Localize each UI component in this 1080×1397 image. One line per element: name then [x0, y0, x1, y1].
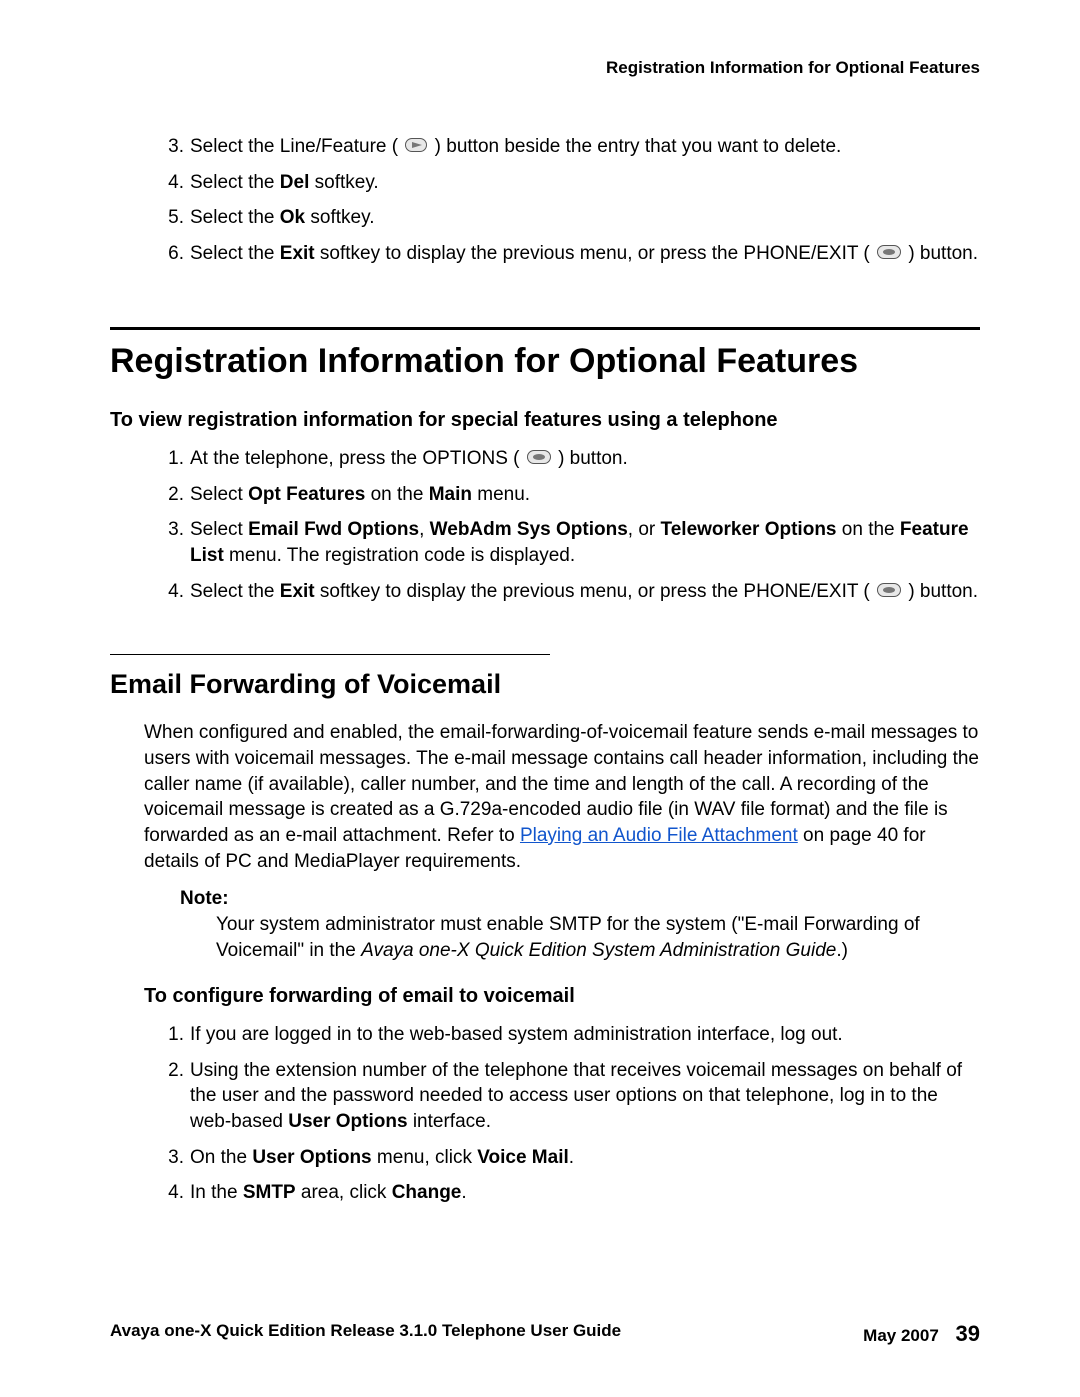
step-text: Select the — [190, 581, 280, 602]
page-number: 39 — [956, 1321, 980, 1346]
step-4: 4. In the SMTP area, click Change. — [160, 1180, 980, 1206]
phone-exit-button-icon — [877, 579, 901, 605]
book-title: Avaya one-X Quick Edition System Adminis… — [361, 940, 836, 961]
line-feature-button-icon — [405, 134, 427, 160]
page-footer: Avaya one-X Quick Edition Release 3.1.0 … — [110, 1321, 980, 1347]
step-number: 2. — [160, 482, 184, 508]
step-text: At the telephone, press the OPTIONS ( — [190, 448, 525, 469]
step-text: softkey to display the previous menu, or… — [315, 243, 875, 264]
subsection-divider — [110, 654, 550, 655]
step-number: 1. — [160, 446, 184, 472]
step-number: 4. — [160, 579, 184, 605]
step-text: ) button. — [558, 448, 628, 469]
step-number: 3. — [160, 134, 184, 160]
step-number: 4. — [160, 1180, 184, 1206]
step-text: ) button. — [908, 581, 978, 602]
footer-date: May 2007 — [863, 1326, 939, 1345]
option-name: Teleworker Options — [661, 519, 837, 540]
subsection-heading: Email Forwarding of Voicemail — [110, 669, 980, 700]
menu-name: User Options — [252, 1147, 371, 1168]
note-block: Note: Your system administrator must ena… — [180, 886, 980, 963]
step-text: If you are logged in to the web-based sy… — [190, 1024, 843, 1045]
step-4: 4. Select the Exit softkey to display th… — [160, 579, 980, 605]
step-text: softkey. — [305, 207, 374, 228]
step-2: 2. Using the extension number of the tel… — [160, 1058, 980, 1135]
option-name: WebAdm Sys Options — [430, 519, 628, 540]
step-number: 4. — [160, 170, 184, 196]
note-text: Your system administrator must enable SM… — [216, 912, 980, 963]
interface-name: User Options — [288, 1111, 407, 1132]
step-3: 3. Select Email Fwd Options, WebAdm Sys … — [160, 517, 980, 568]
step-text: ) button beside the entry that you want … — [435, 136, 842, 157]
step-3: 3. Select the Line/Feature ( ) button be… — [160, 134, 980, 160]
menu-item: Voice Mail — [477, 1147, 569, 1168]
step-1: 1. At the telephone, press the OPTIONS (… — [160, 446, 980, 472]
step-text: on the — [837, 519, 900, 540]
step-text: softkey. — [309, 172, 378, 193]
step-4: 4. Select the Del softkey. — [160, 170, 980, 196]
step-text: menu. — [472, 484, 530, 505]
footer-document-title: Avaya one-X Quick Edition Release 3.1.0 … — [110, 1321, 621, 1347]
step-number: 5. — [160, 205, 184, 231]
step-text: Select — [190, 484, 248, 505]
step-text: On the — [190, 1147, 252, 1168]
step-number: 3. — [160, 517, 184, 543]
step-text: , — [419, 519, 430, 540]
step-1: 1. If you are logged in to the web-based… — [160, 1022, 980, 1048]
step-text: menu, click — [372, 1147, 478, 1168]
procedure-heading: To configure forwarding of email to voic… — [144, 985, 980, 1008]
running-header: Registration Information for Optional Fe… — [110, 58, 980, 78]
menu-item: Opt Features — [248, 484, 365, 505]
body-paragraph: When configured and enabled, the email-f… — [144, 720, 980, 874]
step-text: , or — [628, 519, 661, 540]
step-number: 2. — [160, 1058, 184, 1084]
step-text: on the — [365, 484, 428, 505]
note-label: Note: — [180, 886, 980, 912]
button-label: Change — [392, 1182, 462, 1203]
softkey-name: Exit — [280, 581, 315, 602]
step-number: 6. — [160, 241, 184, 267]
step-text: area, click — [296, 1182, 392, 1203]
step-text: Select the — [190, 207, 280, 228]
step-number: 3. — [160, 1145, 184, 1171]
step-text: menu. The registration code is displayed… — [224, 545, 575, 566]
section-divider — [110, 327, 980, 330]
footer-right: May 2007 39 — [863, 1321, 980, 1347]
registration-steps: 1. At the telephone, press the OPTIONS (… — [160, 446, 980, 605]
step-text: . — [461, 1182, 466, 1203]
menu-name: Main — [429, 484, 472, 505]
continuation-steps: 3. Select the Line/Feature ( ) button be… — [160, 134, 980, 267]
step-text: Select — [190, 519, 248, 540]
step-text: Select the Line/Feature ( — [190, 136, 398, 157]
step-text: Select the — [190, 243, 280, 264]
document-page: Registration Information for Optional Fe… — [0, 0, 1080, 1397]
options-button-icon — [527, 446, 551, 472]
step-text: ) button. — [908, 243, 978, 264]
step-6: 6. Select the Exit softkey to display th… — [160, 241, 980, 267]
phone-exit-button-icon — [877, 241, 901, 267]
configure-steps: 1. If you are logged in to the web-based… — [160, 1022, 980, 1206]
section-heading: Registration Information for Optional Fe… — [110, 342, 980, 381]
area-name: SMTP — [243, 1182, 296, 1203]
softkey-name: Ok — [280, 207, 305, 228]
step-text: . — [569, 1147, 574, 1168]
option-name: Email Fwd Options — [248, 519, 419, 540]
step-2: 2. Select Opt Features on the Main menu. — [160, 482, 980, 508]
step-text: softkey to display the previous menu, or… — [315, 581, 875, 602]
softkey-name: Del — [280, 172, 310, 193]
procedure-heading: To view registration information for spe… — [110, 409, 980, 432]
step-text: interface. — [408, 1111, 491, 1132]
step-3: 3. On the User Options menu, click Voice… — [160, 1145, 980, 1171]
step-number: 1. — [160, 1022, 184, 1048]
step-text: Select the — [190, 172, 280, 193]
step-text: In the — [190, 1182, 243, 1203]
softkey-name: Exit — [280, 243, 315, 264]
cross-reference-link[interactable]: Playing an Audio File Attachment — [520, 825, 798, 846]
step-5: 5. Select the Ok softkey. — [160, 205, 980, 231]
